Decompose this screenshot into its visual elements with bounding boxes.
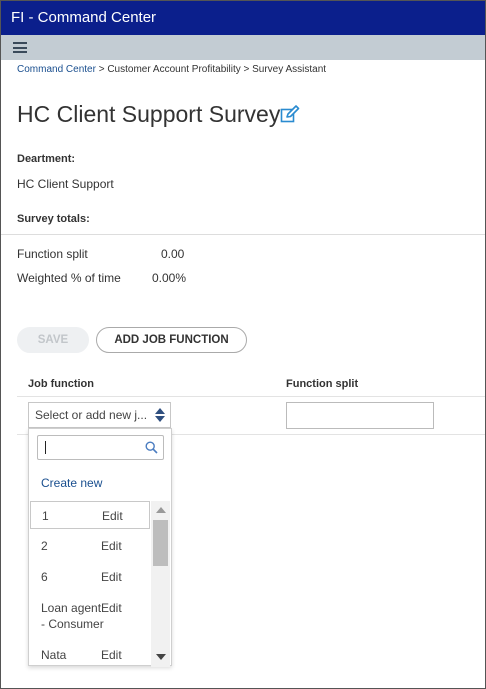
list-item-name: 6 xyxy=(41,570,48,584)
dropdown-search-input[interactable] xyxy=(37,435,164,460)
breadcrumb: Command Center > Customer Account Profit… xyxy=(17,64,326,75)
dropdown-scrollbar[interactable] xyxy=(151,501,170,667)
breadcrumb-survey-assistant: Survey Assistant xyxy=(252,64,327,75)
create-new-link[interactable]: Create new xyxy=(41,476,102,490)
app-title-bar: FI - Command Center xyxy=(1,1,485,35)
scroll-up-icon[interactable] xyxy=(156,507,166,513)
column-header-function-split: Function split xyxy=(286,378,359,390)
search-icon xyxy=(145,441,158,454)
list-item-edit-link[interactable]: Edit xyxy=(101,570,122,584)
app-window: FI - Command Center Command Center > Cus… xyxy=(0,0,486,689)
department-label: Deartment: xyxy=(17,153,76,165)
job-function-dropdown: Create new 1 Edit 2 Edit 6 Edit Loan age… xyxy=(28,428,172,667)
list-item[interactable]: 6 Edit xyxy=(30,563,150,591)
breadcrumb-separator: > xyxy=(243,64,250,75)
list-item-name: - Consumer xyxy=(41,617,104,631)
save-button[interactable]: SAVE xyxy=(17,327,89,353)
list-item-edit-link[interactable]: Edit xyxy=(101,539,122,553)
scroll-down-icon[interactable] xyxy=(156,654,166,660)
edit-icon[interactable] xyxy=(280,105,300,123)
divider xyxy=(1,234,485,235)
list-item-name: Nata xyxy=(41,648,67,662)
app-title: FI - Command Center xyxy=(11,9,157,26)
toolbar xyxy=(1,35,485,60)
function-split-value: 0.00 xyxy=(161,247,185,261)
list-item-name: 1 xyxy=(42,509,49,523)
job-function-list: 1 Edit 2 Edit 6 Edit Loan agent - Consum… xyxy=(29,501,153,667)
job-function-select[interactable]: Select or add new j... xyxy=(28,402,171,428)
department-value: HC Client Support xyxy=(17,177,114,191)
function-split-label: Function split xyxy=(17,247,88,261)
breadcrumb-separator: > xyxy=(98,64,105,75)
breadcrumb-command-center[interactable]: Command Center xyxy=(17,64,96,75)
table-header-divider xyxy=(17,396,485,397)
hamburger-icon[interactable] xyxy=(13,42,27,53)
column-header-job-function: Job function xyxy=(28,378,94,390)
text-cursor xyxy=(45,441,46,454)
list-item[interactable]: 2 Edit xyxy=(30,532,150,560)
function-split-input[interactable] xyxy=(286,402,434,429)
survey-totals-label: Survey totals: xyxy=(17,213,90,225)
scrollbar-thumb[interactable] xyxy=(153,520,168,566)
list-item-edit-link[interactable]: Edit xyxy=(101,648,122,662)
list-item[interactable]: Nata Edit xyxy=(30,641,150,667)
page-title: HC Client Support Survey xyxy=(17,101,281,127)
weighted-time-value: 0.00% xyxy=(152,271,187,285)
list-item-name: 2 xyxy=(41,539,48,553)
list-item-edit-link[interactable]: Edit xyxy=(102,509,123,523)
weighted-time-label: Weighted % of time xyxy=(17,271,121,285)
list-item[interactable]: Loan agent - Consumer Edit xyxy=(30,594,150,634)
list-item-edit-link[interactable]: Edit xyxy=(101,601,122,615)
list-item-name: Loan agent xyxy=(41,601,102,615)
job-function-select-value: Select or add new j... xyxy=(35,408,148,422)
list-item[interactable]: 1 Edit xyxy=(30,501,150,529)
breadcrumb-customer-account-profitability[interactable]: Customer Account Profitability xyxy=(107,64,240,75)
sort-arrows-icon xyxy=(155,408,165,422)
add-job-function-button[interactable]: ADD JOB FUNCTION xyxy=(96,327,247,353)
